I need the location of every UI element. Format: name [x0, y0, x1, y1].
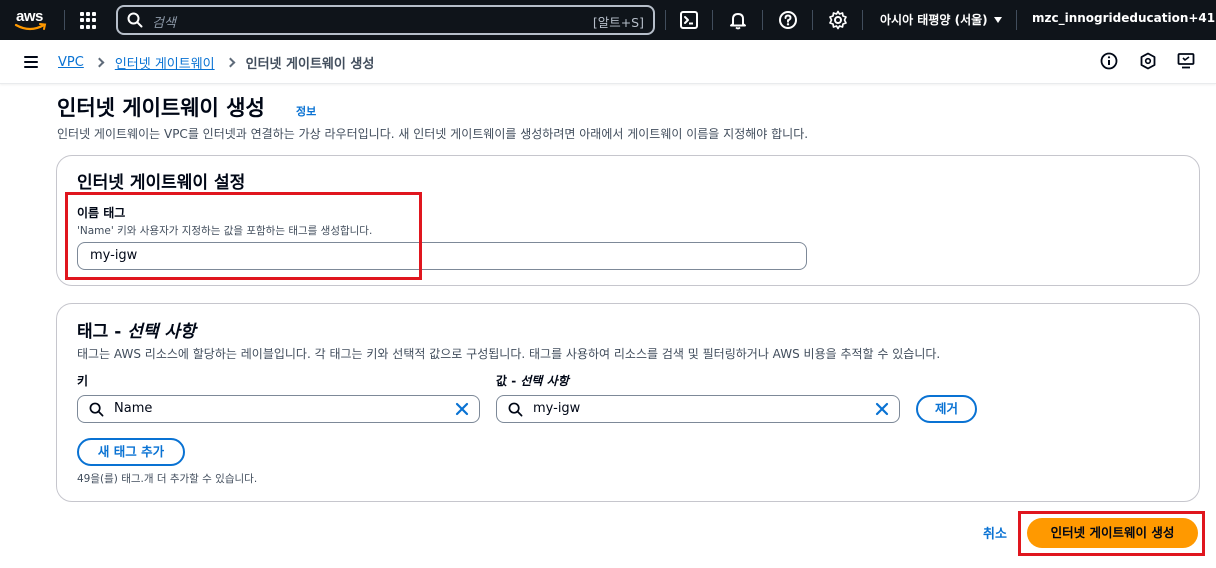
- tag-value-value: my-igw: [533, 401, 581, 416]
- region-label: 아시아 태평양 (서울): [880, 13, 988, 27]
- notifications-bell-icon[interactable]: [728, 10, 748, 30]
- remove-tag-button[interactable]: 제거: [916, 395, 977, 423]
- breadcrumb-bar: VPC 인터넷 게이트웨이 인터넷 게이트웨이 생성: [0, 40, 1216, 84]
- tag-key-input[interactable]: Name: [77, 395, 480, 423]
- nav-divider: [812, 10, 813, 30]
- feedback-hexagon-icon[interactable]: [1139, 52, 1157, 70]
- region-selector[interactable]: 아시아 태평양 (서울): [880, 11, 1002, 28]
- highlight-box: [65, 192, 422, 280]
- services-grid-icon[interactable]: [80, 12, 97, 29]
- clear-x-icon[interactable]: [455, 402, 469, 416]
- breadcrumb: VPC 인터넷 게이트웨이 인터넷 게이트웨이 생성: [58, 53, 374, 72]
- nav-divider: [64, 10, 65, 30]
- nav-divider: [762, 10, 763, 30]
- nav-divider: [1016, 10, 1017, 30]
- caret-down-icon: [993, 17, 1002, 23]
- tutorial-panel-icon[interactable]: [1177, 52, 1195, 70]
- tag-key-label: 키: [77, 374, 89, 388]
- account-menu[interactable]: mzc_innogrideducation+41: [1032, 11, 1216, 25]
- breadcrumb-link-internet-gateways[interactable]: 인터넷 게이트웨이: [115, 53, 215, 72]
- tag-value-label: 값 - 선택 사항: [496, 374, 569, 388]
- tags-card: 태그 - 선택 사항 태그는 AWS 리소스에 할당하는 레이블입니다. 각 태…: [56, 303, 1200, 502]
- tag-value-input[interactable]: my-igw: [496, 395, 900, 423]
- tags-card-title: 태그 - 선택 사항: [77, 322, 196, 342]
- settings-card-title: 인터넷 게이트웨이 설정: [77, 173, 246, 193]
- nav-divider: [712, 10, 713, 30]
- account-label: mzc_innogrideducation+41: [1032, 11, 1216, 25]
- search-placeholder: 검색: [152, 16, 176, 31]
- search-icon: [508, 402, 523, 417]
- help-icon[interactable]: [778, 10, 798, 30]
- chevron-right-icon: [94, 57, 105, 68]
- menu-hamburger-icon[interactable]: [24, 56, 38, 68]
- cancel-button[interactable]: 취소: [983, 523, 1007, 542]
- nav-divider: [665, 10, 666, 30]
- global-search-input[interactable]: 검색 [알트+S]: [116, 5, 655, 35]
- search-icon: [89, 402, 104, 417]
- cloudshell-icon[interactable]: [679, 10, 699, 30]
- page-title: 인터넷 게이트웨이 생성: [57, 96, 265, 120]
- breadcrumb-current: 인터넷 게이트웨이 생성: [245, 57, 375, 72]
- aws-logo[interactable]: aws: [14, 8, 50, 32]
- add-new-tag-button[interactable]: 새 태그 추가: [77, 438, 185, 466]
- info-link[interactable]: 정보: [296, 103, 316, 119]
- nav-divider: [862, 10, 863, 30]
- breadcrumb-link-vpc[interactable]: VPC: [58, 55, 84, 70]
- settings-gear-icon[interactable]: [828, 10, 848, 30]
- highlight-box: [1018, 511, 1205, 556]
- tags-description: 태그는 AWS 리소스에 할당하는 레이블입니다. 각 태그는 키와 선택적 값…: [77, 347, 941, 361]
- search-icon: [127, 12, 143, 28]
- tag-key-value: Name: [114, 401, 153, 416]
- search-shortcut: [알트+S]: [592, 15, 644, 30]
- chevron-right-icon: [225, 57, 236, 68]
- clear-x-icon[interactable]: [875, 402, 889, 416]
- top-navigation: aws 검색 [알트+S] 아시아 태평양 (서울) mzc_innogride…: [0, 0, 1216, 40]
- page-description: 인터넷 게이트웨이는 VPC를 인터넷과 연결하는 가상 라우터입니다. 새 인…: [57, 127, 809, 141]
- tags-remaining-hint: 49을(를) 태그.개 더 추가할 수 있습니다.: [77, 473, 258, 485]
- info-circle-icon[interactable]: [1100, 52, 1118, 70]
